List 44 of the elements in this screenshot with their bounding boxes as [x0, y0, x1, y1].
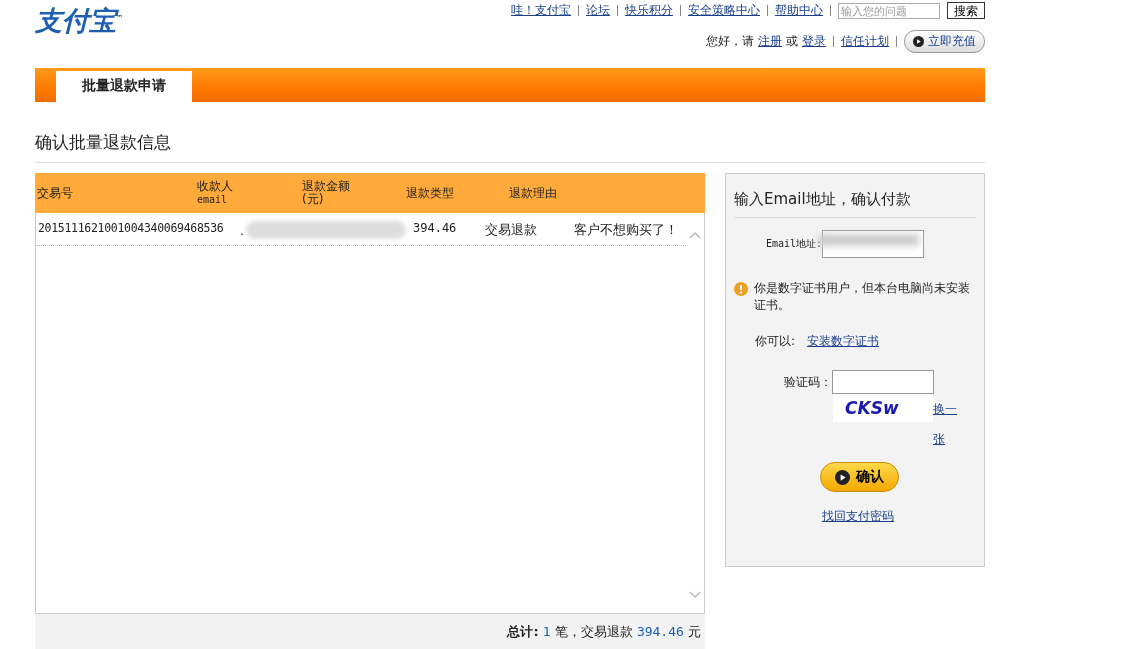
scroll-down-icon[interactable] [689, 591, 701, 599]
option-label: 你可以: [755, 333, 796, 350]
captcha-field[interactable] [832, 370, 934, 394]
register-link[interactable]: 注册 [758, 33, 782, 50]
play-icon [913, 36, 924, 47]
install-link[interactable]: 安装数字证书 [807, 333, 880, 350]
column-header: 退款金额 (元) [302, 180, 350, 206]
email-field[interactable] [822, 230, 925, 258]
tab[interactable]: 批量退款申请 [56, 71, 192, 102]
warning-text: 你是数字证书用户，但本台电脑尚未安装证书。 [754, 280, 971, 314]
trust-link[interactable]: 信任计划 [841, 33, 889, 50]
nav-link[interactable]: 论坛 [586, 2, 610, 19]
nav-link[interactable]: 快乐积分 [625, 2, 673, 19]
nav-link[interactable]: 哇！支付宝 [511, 2, 571, 19]
panel-title: 输入Email地址，确认付款 [734, 174, 976, 218]
table-cell: . [240, 221, 407, 239]
captcha-image: CKSw [833, 394, 933, 422]
scroll-up-icon[interactable] [689, 231, 701, 239]
greeting-text: 您好，请 [706, 33, 754, 50]
column-header: 退款类型 [406, 186, 454, 200]
play-icon [834, 469, 850, 485]
email-label: Email地址: [766, 237, 823, 251]
recharge-button[interactable]: 立即充值 [904, 30, 985, 53]
page-title: 确认批量退款信息 [35, 131, 985, 163]
column-header: 收款人 email [197, 180, 233, 206]
or-text: 或 [786, 33, 798, 50]
login-link[interactable]: 登录 [802, 33, 826, 50]
captcha-label: 验证码： [784, 373, 832, 391]
table-cell: 2015111621001004340069468536 [38, 221, 224, 235]
search-button[interactable]: 搜索 [947, 2, 985, 19]
logo[interactable]: 支付宝$^{™}$ [35, 2, 123, 34]
column-header: 退款理由 [509, 186, 557, 200]
recover-password-link[interactable]: 找回支付密码 [822, 509, 894, 523]
search-field[interactable]: 输入您的问题 [838, 2, 940, 19]
total-summary: 总计: 1 笔，交易退款 394.46 元 [507, 622, 701, 641]
nav-link[interactable]: 帮助中心 [775, 2, 823, 19]
table-cell: 394.46 [413, 221, 457, 235]
nav-link[interactable]: 安全策略中心 [688, 2, 760, 19]
table-cell: 客户不想购买了！ [574, 221, 678, 239]
column-header: 交易号 [37, 186, 73, 200]
confirm-button[interactable]: 确认 [819, 462, 899, 492]
warning-icon [734, 282, 748, 296]
refresh-captcha-link[interactable]: 换一张 [933, 394, 957, 454]
table-cell: 交易退款 [485, 221, 537, 239]
